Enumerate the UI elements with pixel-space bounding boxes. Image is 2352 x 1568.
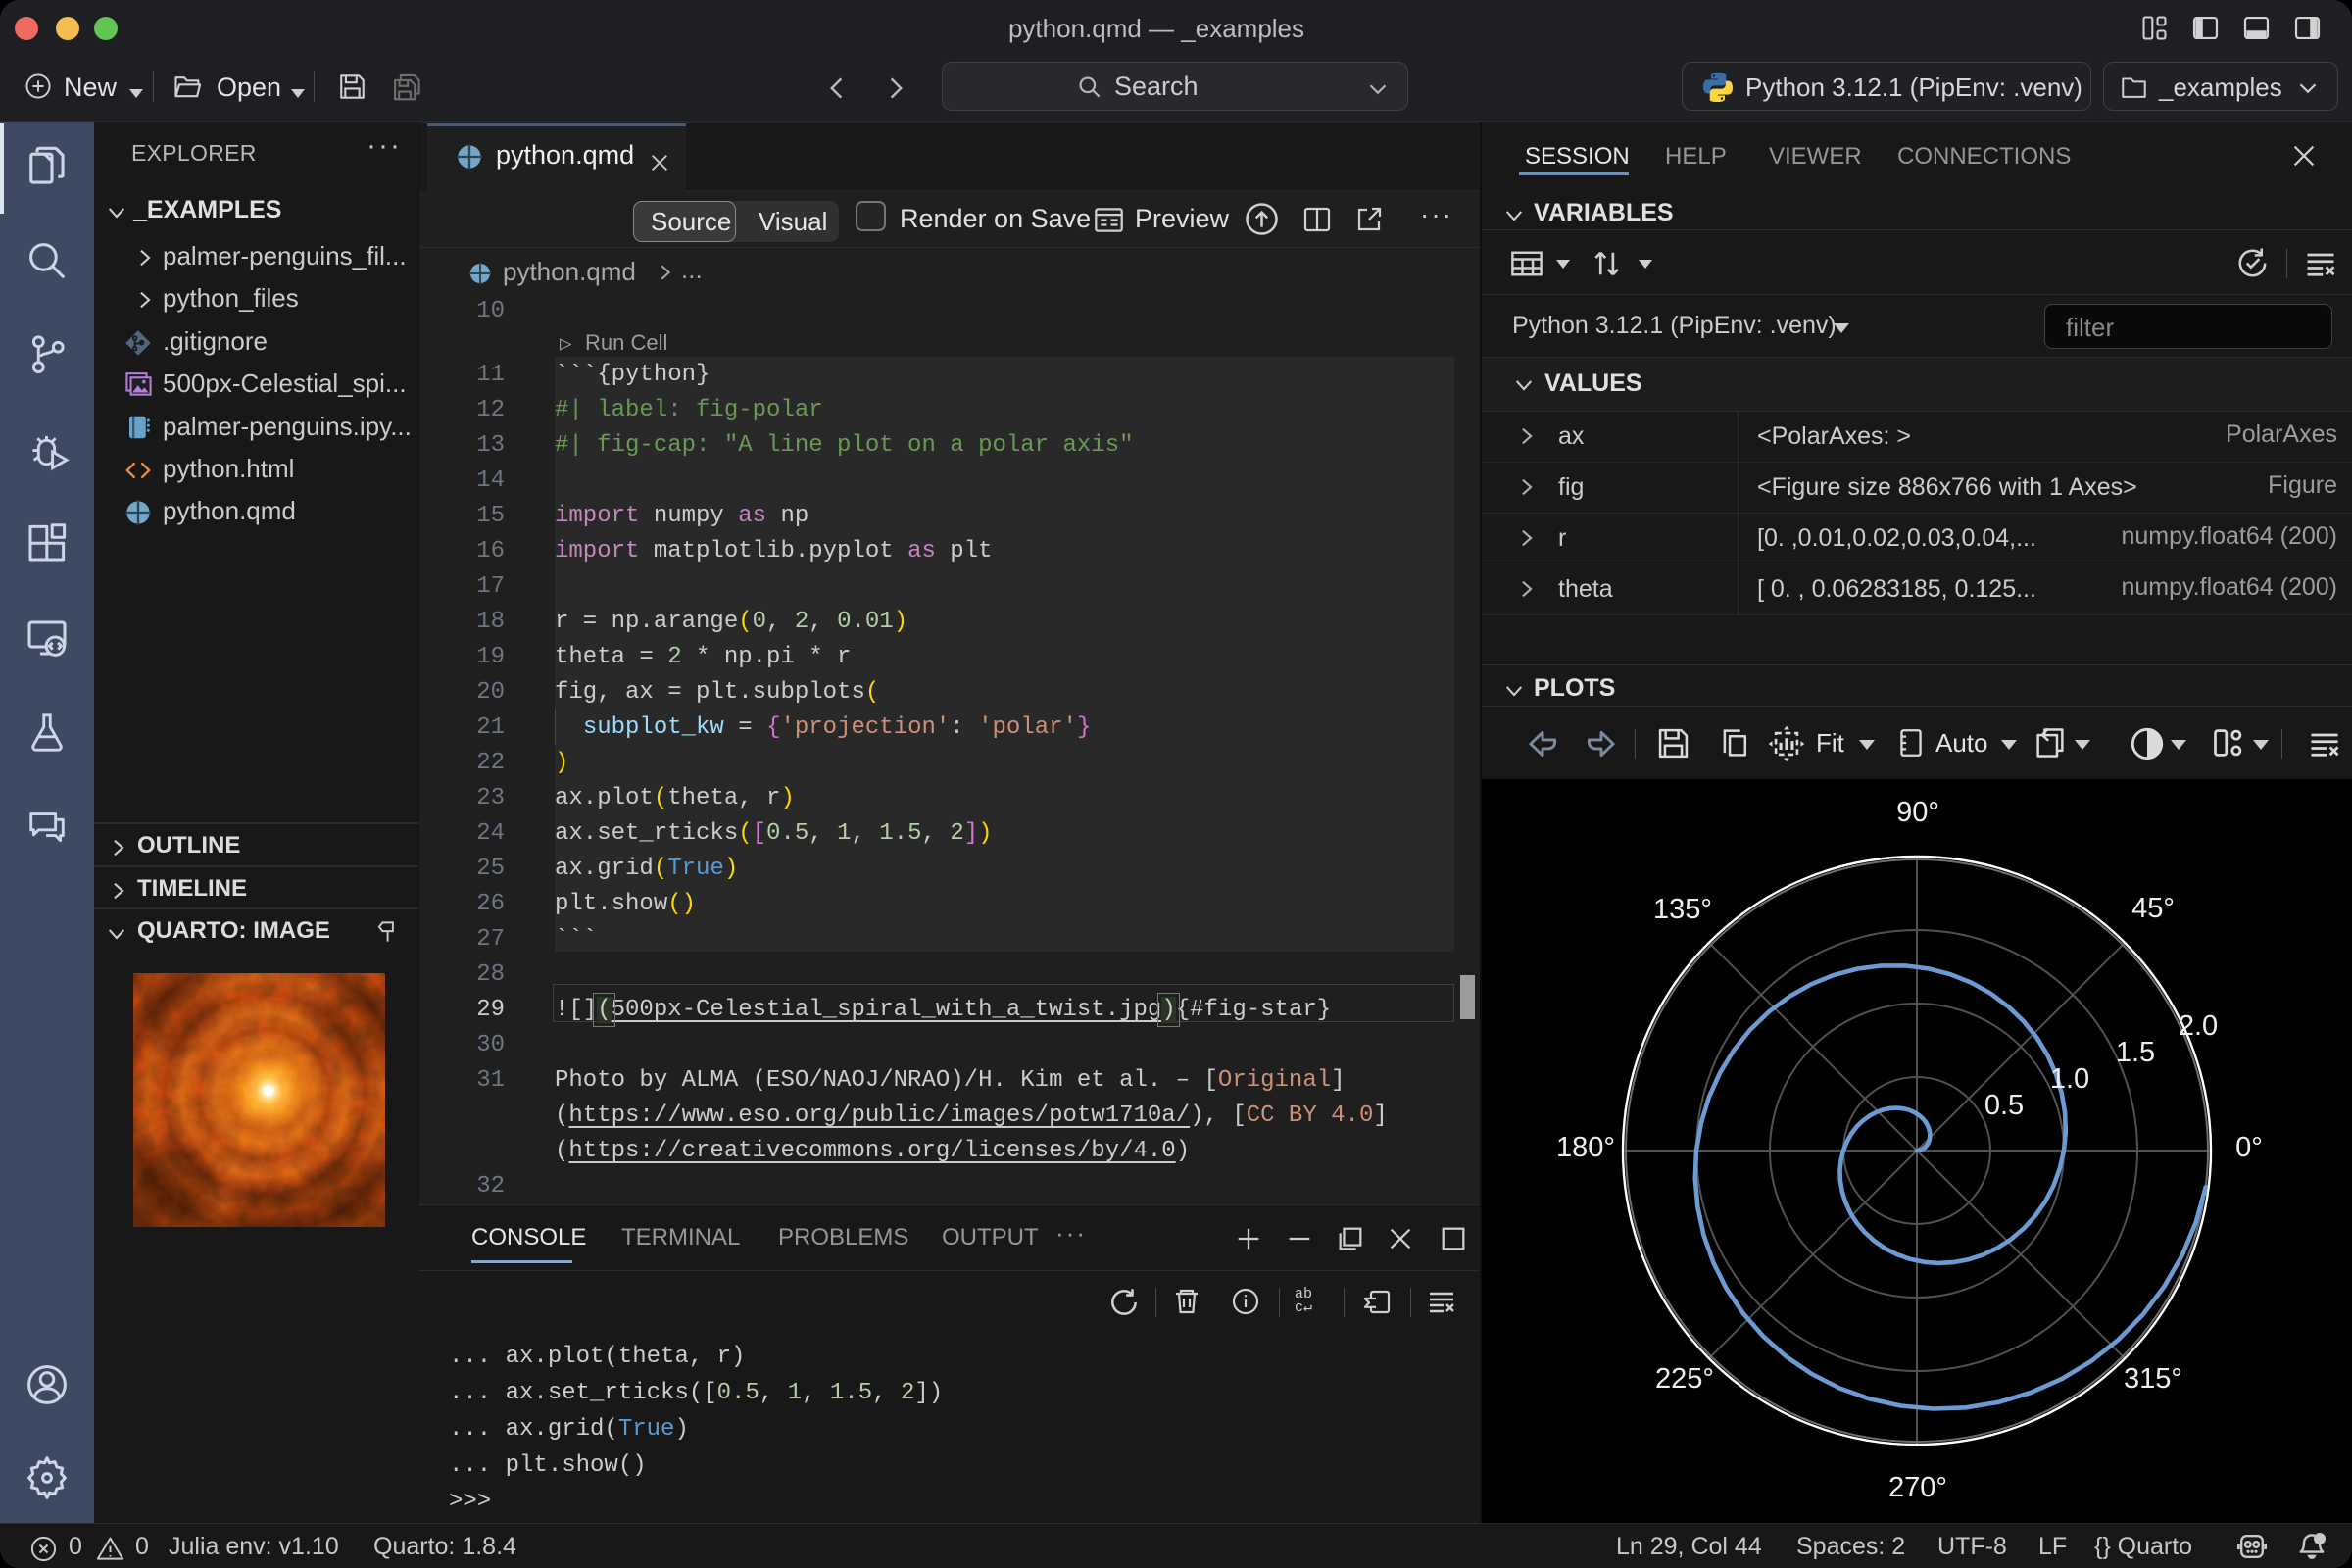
svg-text:315°: 315° [2124,1363,2182,1395]
svg-text:2.0: 2.0 [2179,1010,2218,1042]
svg-text:180°: 180° [1556,1132,1615,1163]
svg-text:270°: 270° [1888,1472,1947,1503]
svg-text:45°: 45° [2132,893,2175,924]
svg-text:225°: 225° [1655,1363,1714,1395]
svg-text:0°: 0° [2235,1132,2263,1163]
svg-text:1.5: 1.5 [2116,1037,2155,1068]
svg-text:0.5: 0.5 [1984,1090,2024,1121]
svg-text:135°: 135° [1653,894,1712,925]
svg-text:90°: 90° [1896,797,1939,828]
svg-text:1.0: 1.0 [2050,1063,2089,1095]
